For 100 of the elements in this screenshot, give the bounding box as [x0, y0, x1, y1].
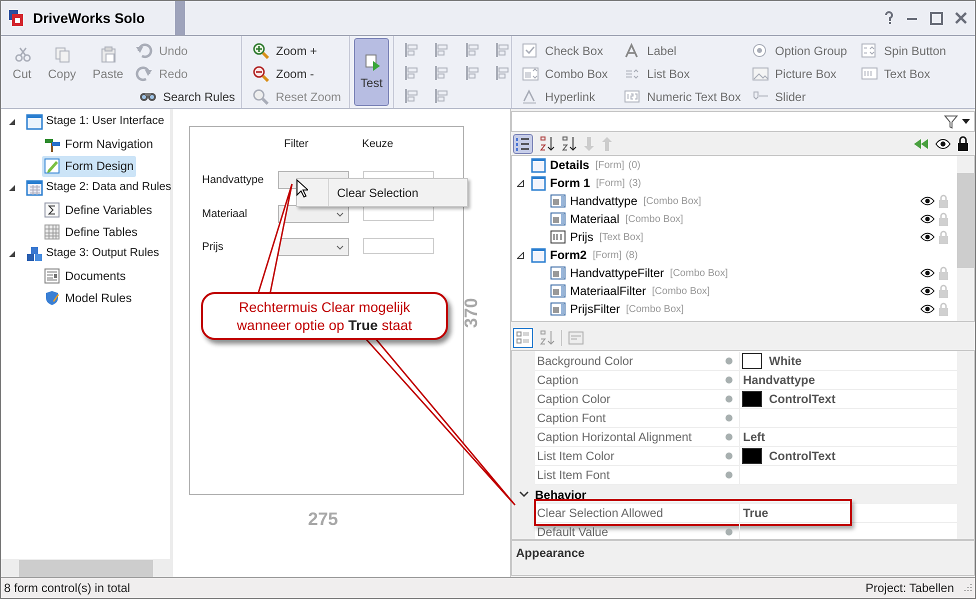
categorized-button[interactable]: [513, 328, 533, 348]
document-icon: [44, 268, 60, 284]
form-icon: [531, 158, 546, 172]
eye-icon[interactable]: [920, 214, 935, 224]
sort-alphabetical-icon[interactable]: [539, 330, 555, 346]
padlock-icon[interactable]: [957, 136, 969, 151]
test-button[interactable]: Test: [354, 38, 390, 106]
combo-box-icon: [550, 212, 566, 226]
numeric-box-icon: [624, 88, 642, 104]
property-name: Clear Selection Allowed: [537, 505, 664, 522]
spin-button-icon: [861, 42, 878, 58]
align-icon[interactable]: [434, 88, 448, 104]
combo-box[interactable]: [278, 238, 349, 256]
align-icon[interactable]: [404, 65, 418, 81]
expanded-icon[interactable]: [517, 180, 524, 186]
double-arrow-icon[interactable]: [913, 138, 929, 150]
property-name: Caption Horizontal Alignment: [537, 429, 693, 446]
field-label: Materiaal: [202, 207, 248, 222]
binoculars-icon: [139, 92, 157, 102]
filter-field[interactable]: [511, 111, 975, 132]
eye-icon[interactable]: [920, 304, 935, 314]
control-type: [Form]: [592, 248, 622, 262]
list-view-button[interactable]: [513, 134, 533, 154]
ribbon-button[interactable]: Search Rules: [135, 85, 236, 108]
align-icon[interactable]: [464, 65, 479, 81]
control-count: (0): [628, 158, 640, 172]
vertical-scrollbar[interactable]: [957, 156, 974, 321]
sort-descending-icon[interactable]: [561, 136, 577, 152]
horizontal-scrollbar[interactable]: [1, 559, 170, 577]
signpost-icon: [44, 136, 60, 152]
nav-item[interactable]: Define Tables: [42, 222, 140, 242]
align-icon[interactable]: [494, 65, 509, 81]
text-box-icon: [861, 66, 878, 82]
vertical-scrollbar[interactable]: [957, 351, 974, 539]
nav-item[interactable]: Form Navigation: [42, 134, 156, 154]
eye-icon[interactable]: [920, 286, 935, 296]
grid-icon: [44, 224, 60, 240]
control-type: [Text Box]: [599, 230, 644, 244]
cursor-icon: [296, 179, 308, 198]
align-icon[interactable]: [404, 88, 418, 104]
control-name: Handvattype: [570, 193, 638, 210]
property-value: True: [743, 505, 768, 522]
combo-box-icon: [550, 194, 566, 208]
property-value: Left: [743, 429, 765, 446]
property-name: Caption Color: [537, 391, 612, 408]
nav-item[interactable]: Stage 3: Output Rules: [24, 244, 162, 264]
expanded-icon[interactable]: [517, 252, 524, 258]
project-name: Project: Tabellen: [866, 580, 954, 597]
align-icon[interactable]: [494, 42, 509, 58]
text-box-icon: [550, 230, 566, 244]
control-type: [Combo Box]: [670, 266, 728, 280]
align-icon[interactable]: [434, 65, 448, 81]
close-icon[interactable]: [955, 12, 967, 24]
ribbon-button[interactable]: Zoom +: [252, 39, 342, 62]
zoom-in-icon: [252, 42, 270, 59]
eye-icon[interactable]: [935, 138, 951, 150]
property-name: Default Value: [537, 524, 610, 539]
align-icon[interactable]: [434, 42, 448, 58]
chevron-down-icon[interactable]: [519, 491, 529, 498]
control-name: Prijs: [570, 229, 594, 246]
control-count: (8): [626, 248, 638, 262]
nav-item[interactable]: Form Design: [42, 156, 136, 176]
help-icon[interactable]: [884, 11, 894, 25]
property-pages-icon[interactable]: [568, 330, 584, 344]
field-label: Handvattype: [202, 173, 264, 188]
property-name: Caption: [537, 372, 580, 389]
combo-box-icon: [550, 302, 566, 316]
eye-icon[interactable]: [920, 268, 935, 278]
height-dimension: 370: [461, 296, 481, 330]
property-value: ControlText: [769, 448, 836, 465]
nav-item[interactable]: Stage 2: Data and Rules: [24, 178, 174, 198]
combo-box-icon: [522, 66, 540, 82]
column-heading: Filter: [284, 137, 308, 152]
expanded-icon[interactable]: [8, 250, 16, 258]
description-title: Appearance: [516, 545, 586, 562]
app-icon: [9, 10, 23, 26]
align-icon[interactable]: [404, 42, 418, 58]
filter-icon[interactable]: [944, 114, 958, 128]
reset-zoom-icon: [252, 88, 269, 105]
eye-icon[interactable]: [920, 196, 935, 206]
sort-ascending-icon[interactable]: [539, 136, 555, 152]
nav-item[interactable]: Stage 1: User Interface: [24, 112, 166, 132]
property-value: White: [769, 353, 802, 370]
menu-item[interactable]: Clear Selection: [337, 184, 418, 202]
control-type: [Combo Box]: [643, 194, 702, 208]
nav-item[interactable]: Define Variables: [42, 200, 154, 220]
text-box[interactable]: [363, 238, 434, 254]
sigma-icon: [44, 202, 60, 218]
maximize-icon[interactable]: [930, 12, 943, 24]
nav-item[interactable]: Documents: [42, 266, 128, 286]
nav-item[interactable]: Model Rules: [42, 288, 134, 308]
ribbon-button[interactable]: Zoom -: [252, 62, 342, 85]
expanded-icon[interactable]: [8, 118, 16, 126]
resize-grip-icon: [962, 583, 972, 593]
expanded-icon[interactable]: [8, 184, 16, 192]
checkbox-icon: [522, 42, 540, 58]
align-icon[interactable]: [464, 42, 479, 58]
eye-icon[interactable]: [920, 232, 935, 242]
caret-icon[interactable]: [962, 119, 970, 124]
control-name: Details: [550, 157, 590, 174]
